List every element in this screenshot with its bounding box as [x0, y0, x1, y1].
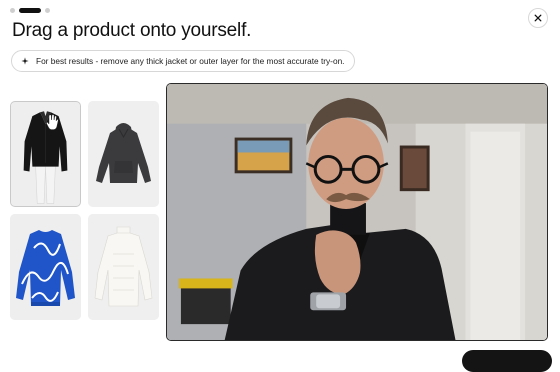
close-button[interactable]: [528, 8, 548, 28]
product-card-blazer[interactable]: [10, 101, 81, 207]
step-dot-active: [19, 8, 41, 13]
blue-sweater-image: [10, 214, 81, 320]
product-card-hoodie[interactable]: [88, 101, 159, 207]
sparkle-icon: [21, 57, 29, 65]
product-card-blue-sweater[interactable]: [10, 214, 81, 320]
hint-text: For best results - remove any thick jack…: [36, 56, 345, 66]
step-dot: [45, 8, 50, 13]
user-camera-image: [167, 84, 547, 340]
white-sweater-image: [88, 214, 159, 320]
step-dot: [10, 8, 15, 13]
hint-pill: For best results - remove any thick jack…: [11, 50, 356, 72]
blazer-outfit-image: [11, 102, 80, 206]
step-indicator: [10, 8, 50, 13]
close-icon: [534, 14, 542, 22]
product-card-white-sweater[interactable]: [88, 214, 159, 320]
page-title: Drag a product onto yourself.: [12, 20, 252, 41]
hoodie-image: [88, 101, 159, 207]
camera-preview[interactable]: [166, 83, 548, 341]
continue-button[interactable]: [462, 350, 552, 372]
